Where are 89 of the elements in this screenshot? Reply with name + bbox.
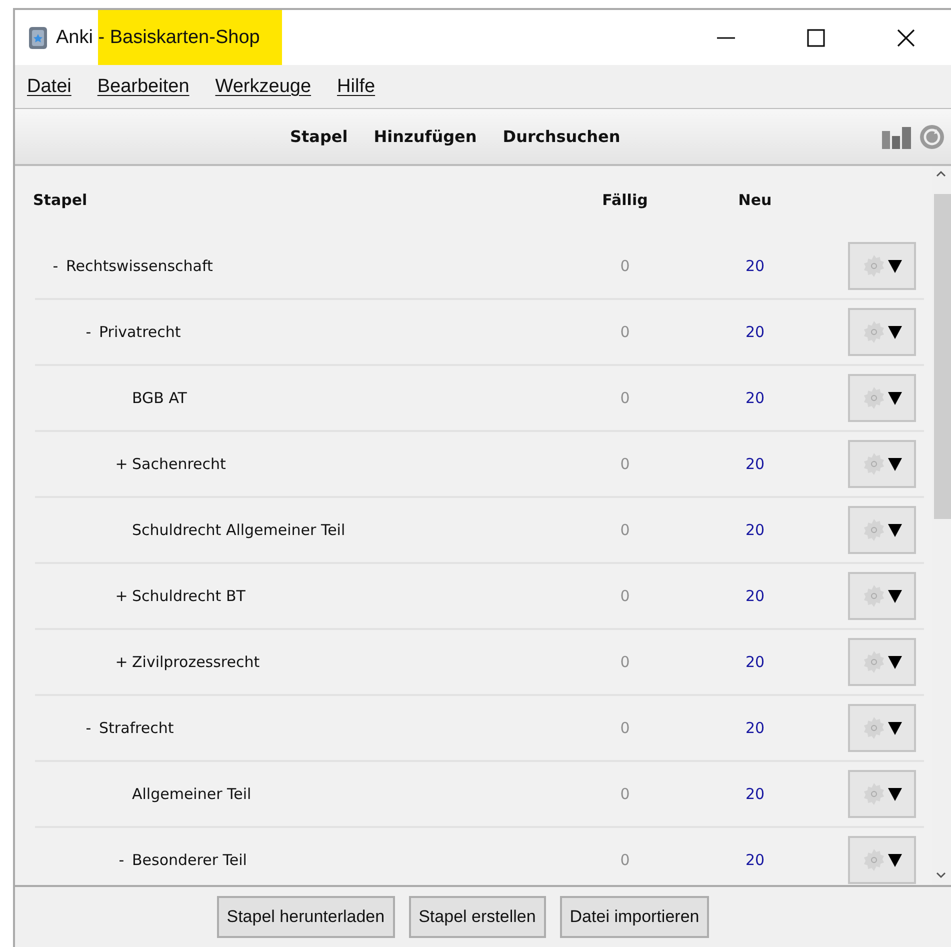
action-button[interactable]: Datei importieren — [560, 896, 710, 938]
gear-icon — [862, 518, 886, 542]
menu-item[interactable]: Werkzeuge — [215, 76, 312, 98]
tree-toggle[interactable]: + — [113, 653, 130, 671]
due-count: 0 — [619, 785, 631, 803]
app-name: Anki — [56, 26, 93, 48]
gear-icon — [862, 320, 886, 344]
deck-name[interactable]: Allgemeiner Teil — [132, 785, 252, 803]
due-count: 0 — [619, 719, 631, 737]
deck-name[interactable]: Privatrecht — [99, 323, 181, 341]
bar-chart-icon[interactable] — [881, 124, 913, 148]
deck-options-button[interactable] — [848, 308, 916, 356]
scroll-down-icon[interactable] — [935, 871, 947, 879]
new-count: 20 — [744, 719, 766, 737]
deck-name[interactable]: Rechtswissenschaft — [66, 257, 213, 275]
gear-icon — [862, 650, 886, 674]
deck-options-button[interactable] — [848, 506, 916, 554]
caret-icon — [888, 391, 902, 405]
action-button[interactable]: Stapel herunterladen — [216, 896, 395, 938]
due-count: 0 — [619, 587, 631, 605]
gear-icon — [862, 386, 886, 410]
tree-toggle[interactable]: + — [113, 455, 130, 473]
due-count: 0 — [619, 455, 631, 473]
toolbar-link[interactable]: Stapel — [290, 127, 348, 146]
caret-icon — [888, 853, 902, 867]
gear-icon — [862, 584, 886, 608]
tree-toggle[interactable]: - — [113, 851, 130, 869]
deck-name[interactable]: Schuldrecht Allgemeiner Teil — [132, 521, 346, 539]
new-count: 20 — [744, 323, 766, 341]
gear-icon — [862, 848, 886, 872]
toolbar-link[interactable]: Hinzufügen — [374, 127, 477, 146]
deck-options-button[interactable] — [848, 836, 916, 884]
deck-name[interactable]: Schuldrecht BT — [132, 587, 246, 605]
menu-item[interactable]: Datei — [27, 76, 72, 98]
gear-icon — [862, 782, 886, 806]
new-count: 20 — [744, 389, 766, 407]
caret-icon — [888, 457, 902, 471]
app-icon — [28, 26, 48, 50]
deck-name[interactable]: Strafrecht — [99, 719, 174, 737]
caret-icon — [888, 259, 902, 273]
window-title: - Basiskarten-Shop — [98, 10, 282, 65]
caret-icon — [888, 787, 902, 801]
column-header: Neu — [737, 191, 773, 209]
maximize-icon — [805, 28, 827, 48]
menu-item[interactable]: Hilfe — [337, 76, 376, 98]
deck-options-button[interactable] — [848, 770, 916, 818]
gear-icon — [862, 254, 886, 278]
column-header: Fällig — [601, 191, 649, 209]
deck-options-button[interactable] — [848, 638, 916, 686]
new-count: 20 — [744, 455, 766, 473]
caret-icon — [888, 589, 902, 603]
caret-icon — [888, 523, 902, 537]
tree-toggle[interactable]: - — [47, 257, 64, 275]
deck-name[interactable]: Sachenrecht — [132, 455, 226, 473]
deck-name[interactable]: Zivilprozessrecht — [132, 653, 260, 671]
tree-toggle[interactable]: - — [80, 719, 97, 737]
due-count: 0 — [619, 851, 631, 869]
new-count: 20 — [744, 257, 766, 275]
tree-toggle[interactable]: + — [113, 587, 130, 605]
new-count: 20 — [744, 785, 766, 803]
new-count: 20 — [744, 587, 766, 605]
deck-options-button[interactable] — [848, 440, 916, 488]
due-count: 0 — [619, 257, 631, 275]
due-count: 0 — [619, 653, 631, 671]
new-count: 20 — [744, 521, 766, 539]
gear-icon — [862, 452, 886, 476]
deck-options-button[interactable] — [848, 242, 916, 290]
gear-icon — [862, 716, 886, 740]
close-icon — [895, 28, 917, 48]
menu-item[interactable]: Bearbeiten — [97, 76, 190, 98]
deck-options-button[interactable] — [848, 374, 916, 422]
caret-icon — [888, 325, 902, 339]
toolbar-link[interactable]: Durchsuchen — [502, 127, 620, 146]
deck-name[interactable]: BGB AT — [132, 389, 187, 407]
deck-options-button[interactable] — [848, 704, 916, 752]
tree-toggle[interactable]: - — [80, 323, 97, 341]
minimize-icon — [715, 36, 737, 38]
caret-icon — [888, 721, 902, 735]
scroll-up-icon[interactable] — [935, 170, 947, 178]
new-count: 20 — [744, 851, 766, 869]
due-count: 0 — [619, 389, 631, 407]
deck-name[interactable]: Besonderer Teil — [132, 851, 247, 869]
due-count: 0 — [619, 323, 631, 341]
due-count: 0 — [619, 521, 631, 539]
column-header: Stapel — [33, 191, 88, 209]
caret-icon — [888, 655, 902, 669]
action-button[interactable]: Stapel erstellen — [408, 896, 546, 938]
new-count: 20 — [744, 653, 766, 671]
deck-options-button[interactable] — [848, 572, 916, 620]
